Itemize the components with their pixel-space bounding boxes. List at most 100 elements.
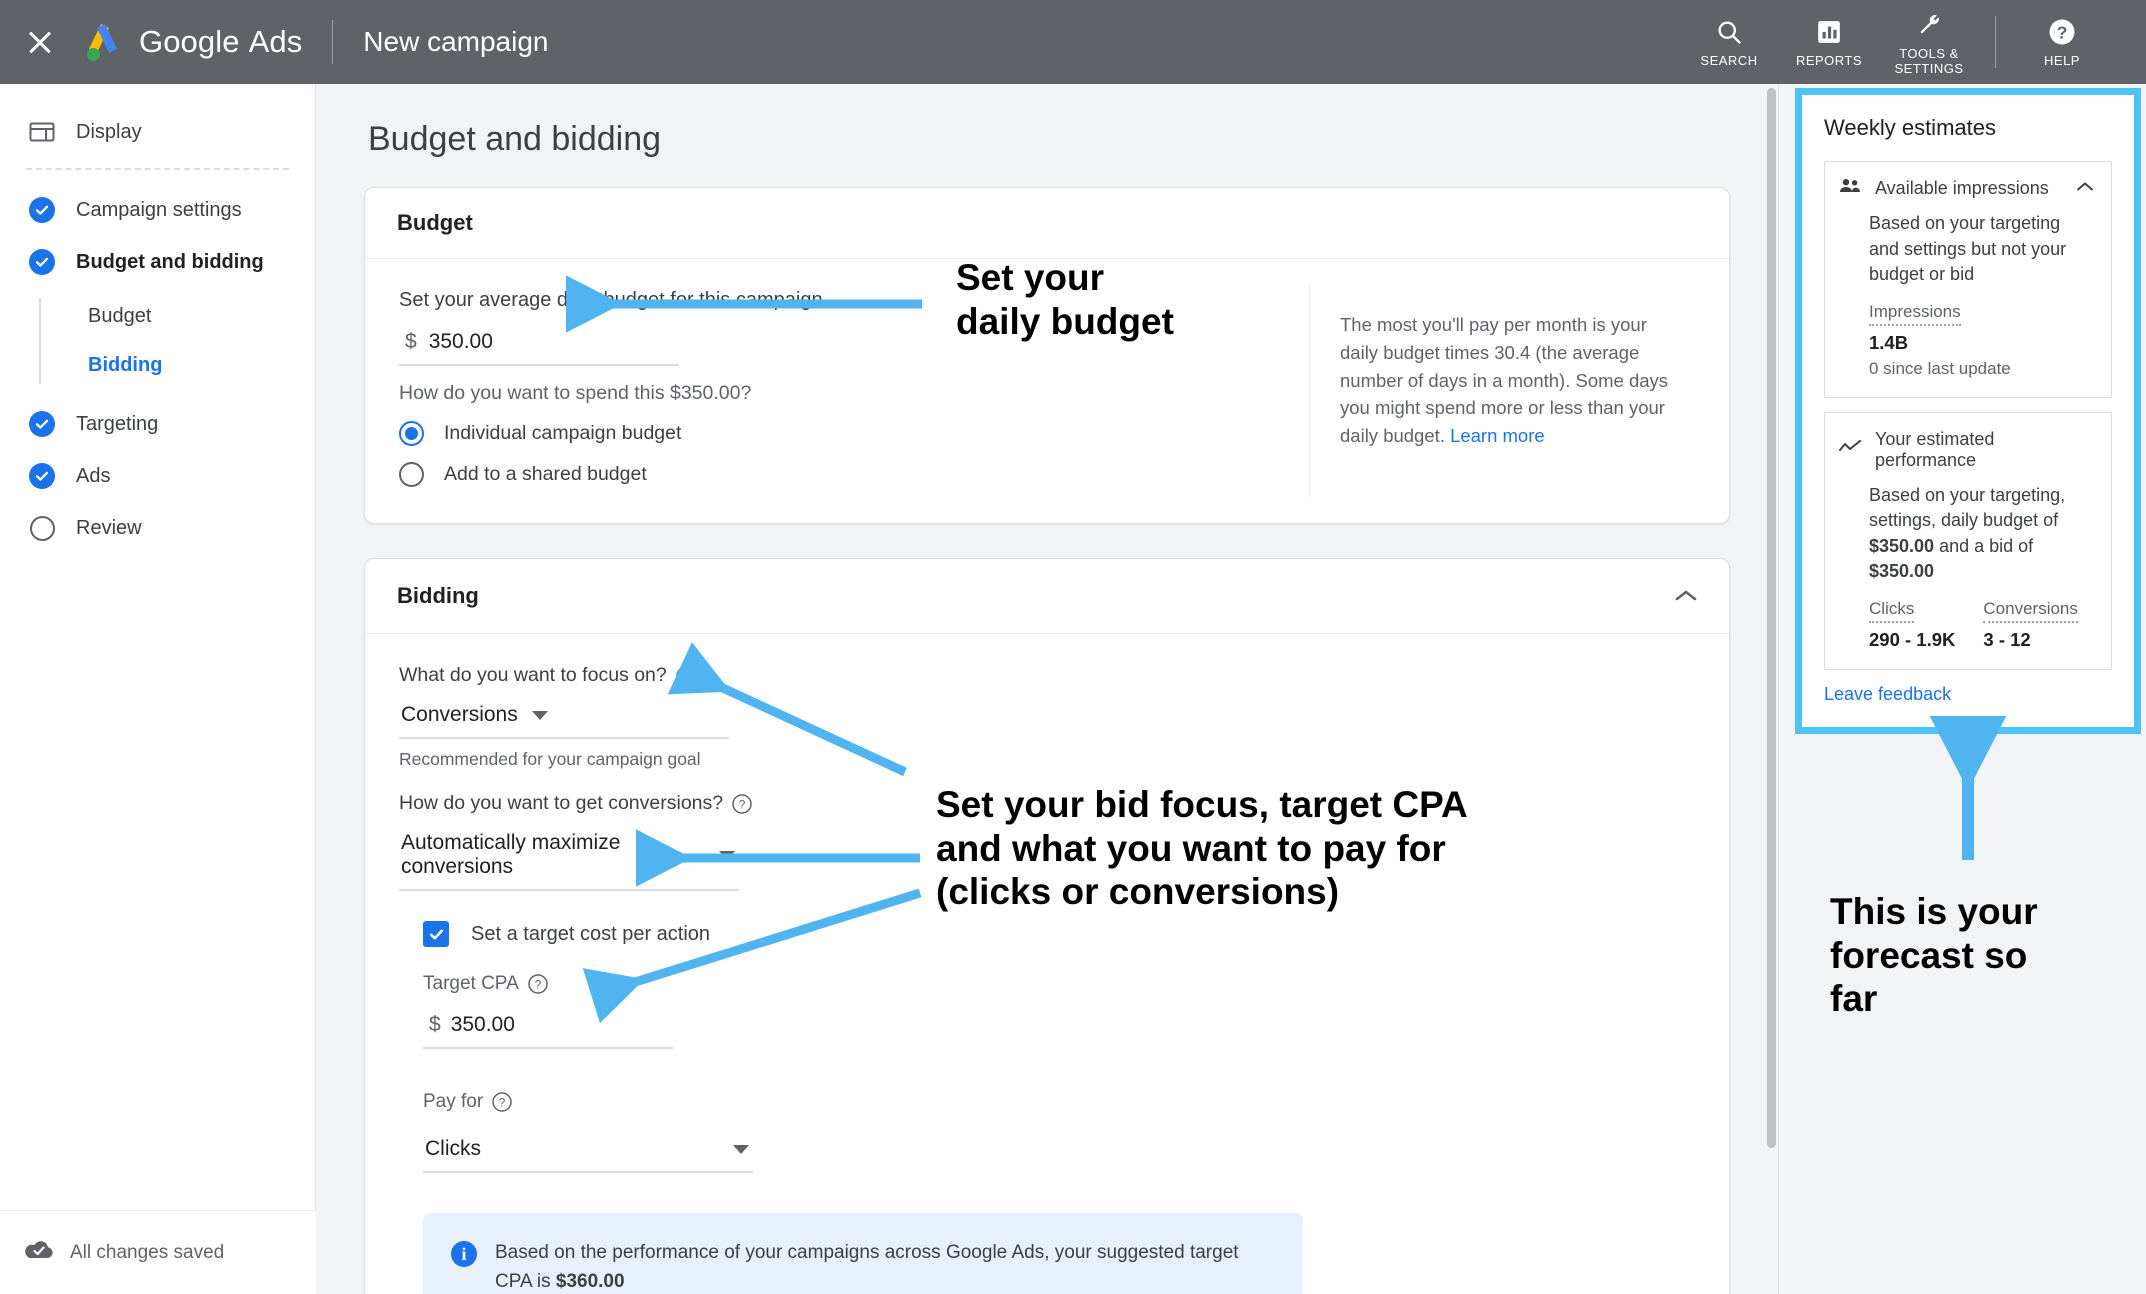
help-question-icon[interactable]: ?: [731, 793, 753, 815]
available-impressions-card: Available impressions Based on your targ…: [1824, 161, 2112, 398]
focus-hint: Recommended for your campaign goal: [399, 749, 701, 769]
help-label: HELP: [2044, 53, 2080, 69]
main-scrollbar-thumb[interactable]: [1767, 88, 1776, 1148]
metric-clicks: Clicks 290 - 1.9K: [1869, 599, 1955, 651]
available-impressions-header[interactable]: Available impressions: [1839, 178, 2095, 199]
save-status-label: All changes saved: [70, 1241, 225, 1263]
pay-for-block: Pay for ? Clicks: [423, 1091, 1695, 1173]
tools-and-settings-button[interactable]: TOOLS & SETTINGS: [1879, 8, 1979, 77]
radio-individual-campaign-budget-label: Individual campaign budget: [444, 422, 682, 444]
pay-for-label-row: Pay for ?: [423, 1091, 1695, 1113]
brand-google: Google: [139, 24, 240, 59]
help-question-icon[interactable]: ?: [527, 973, 549, 995]
get-conversions-select-value: Automatically maximize conversions: [401, 831, 621, 878]
topbar-divider-2: [1995, 16, 1996, 68]
estimated-performance-card: Your estimated performance Based on your…: [1824, 411, 2112, 670]
bidding-card-body: What do you want to focus on? ? Conversi…: [365, 634, 1729, 1294]
main-scrollbar[interactable]: [1764, 84, 1778, 1294]
daily-budget-input[interactable]: $ 350.00: [399, 326, 679, 366]
chevron-up-icon[interactable]: [1671, 581, 1701, 611]
chevron-down-icon: [531, 710, 548, 720]
radio-icon-unselected: [399, 462, 424, 487]
suggested-cpa-amount: $360.00: [555, 1270, 625, 1292]
pay-for-label: Pay for: [423, 1091, 484, 1112]
sidebar-item-targeting-label: Targeting: [76, 412, 159, 435]
target-cpa-value: 350.00: [450, 1013, 515, 1036]
sidebar-item-budget-and-bidding[interactable]: Budget and bidding: [0, 236, 315, 288]
svg-text:?: ?: [499, 1096, 506, 1110]
help-question-icon[interactable]: ?: [675, 665, 697, 687]
metric-conversions-value: 3 - 12: [1983, 628, 2031, 650]
metric-clicks-name[interactable]: Clicks: [1869, 599, 1915, 623]
target-cpa-checkbox[interactable]: Set a target cost per action: [423, 921, 1695, 947]
metric-conversions-name[interactable]: Conversions: [1983, 599, 2078, 623]
tools-and-settings-label: TOOLS & SETTINGS: [1894, 45, 1964, 76]
focus-label-row: What do you want to focus on? ?: [399, 664, 1695, 687]
search-icon: [1715, 15, 1743, 49]
google-ads-new-campaign-screen: Google Ads New campaign SEARCH REPORTS T…: [0, 0, 2146, 1294]
chevron-up-icon[interactable]: [2075, 180, 2095, 198]
sidebar-item-targeting[interactable]: Targeting: [0, 398, 315, 450]
checkbox-checked-icon: [423, 921, 449, 947]
sidebar-subitem-budget[interactable]: Budget: [48, 292, 315, 341]
weekly-estimates-title: Weekly estimates: [1824, 115, 1996, 140]
pay-for-select-value: Clicks: [425, 1137, 481, 1160]
estimated-performance-header[interactable]: Your estimated performance: [1839, 429, 2095, 471]
sidebar-nav-list: Display Campaign settings Budget and bid: [0, 84, 315, 554]
estimated-performance-label: Your estimated performance: [1875, 428, 1995, 470]
radio-add-to-shared-budget-label: Add to a shared budget: [444, 463, 647, 485]
sidebar-item-campaign-settings[interactable]: Campaign settings: [0, 184, 315, 236]
reports-label: REPORTS: [1795, 53, 1863, 69]
radio-individual-campaign-budget[interactable]: Individual campaign budget: [399, 421, 1275, 446]
top-actions: SEARCH REPORTS TOOLS & SETTINGS ? HELP: [1679, 8, 2146, 77]
help-button[interactable]: ? HELP: [2012, 15, 2112, 69]
annotation-set-bid-focus: Set your bid focus, target CPA and what …: [936, 784, 1468, 913]
trending-line-icon: [1839, 440, 1861, 459]
brand-name: Google Ads: [139, 24, 302, 60]
annotation-set-daily-budget: Set your daily budget: [956, 257, 1174, 342]
reports-button[interactable]: REPORTS: [1779, 15, 1879, 69]
get-conversions-select[interactable]: Automatically maximize conversions: [399, 825, 739, 891]
sidebar-item-display[interactable]: Display: [0, 106, 315, 158]
target-cpa-label: Target CPA: [423, 973, 519, 994]
metric-impressions: Impressions 1.4B 0 since last update: [1869, 302, 2011, 379]
google-ads-logo-icon: [87, 24, 117, 61]
leave-feedback-link[interactable]: Leave feedback: [1824, 684, 2112, 705]
bidding-card-header: Bidding: [365, 559, 1729, 634]
empty-circle-icon: [28, 514, 56, 542]
available-impressions-label: Available impressions: [1875, 178, 2049, 198]
budget-card: Budget Set your average daily budget for…: [364, 187, 1730, 524]
focus-select[interactable]: Conversions: [399, 697, 729, 739]
focus-select-value: Conversions: [401, 703, 518, 726]
metric-clicks-value: 290 - 1.9K: [1869, 628, 1956, 650]
bidding-card-title: Bidding: [397, 583, 479, 608]
daily-budget-value: 350.00: [428, 330, 493, 353]
svg-text:?: ?: [534, 978, 541, 992]
sidebar-subitem-bidding[interactable]: Bidding: [48, 341, 315, 390]
radio-add-to-shared-budget[interactable]: Add to a shared budget: [399, 462, 1275, 487]
learn-more-link[interactable]: Learn more: [1450, 425, 1545, 446]
budget-help-panel: The most you'll pay per month is your da…: [1309, 285, 1729, 497]
target-cpa-input[interactable]: $ 350.00: [423, 1009, 673, 1049]
sidebar-item-ads[interactable]: Ads: [0, 450, 315, 502]
sidebar-item-ads-label: Ads: [76, 464, 111, 487]
pay-for-select[interactable]: Clicks: [423, 1131, 753, 1173]
spend-question-label: How do you want to spend this $350.00?: [399, 382, 752, 404]
metric-impressions-name[interactable]: Impressions: [1869, 302, 1961, 326]
sidebar-item-campaign-settings-label: Campaign settings: [76, 198, 242, 221]
close-icon[interactable]: [22, 24, 58, 60]
sidebar-item-review[interactable]: Review: [0, 502, 315, 554]
bidding-card: Bidding What do you want to focus on? ?: [364, 558, 1730, 1294]
help-question-icon[interactable]: ?: [491, 1091, 513, 1113]
weekly-estimates-box: Weekly estimates Available impressions B…: [1795, 88, 2141, 734]
available-impressions-metrics: Impressions 1.4B 0 since last update: [1869, 302, 2095, 379]
wrench-icon: [1915, 8, 1943, 42]
get-conversions-label: How do you want to get conversions?: [399, 792, 724, 814]
check-circle-icon: [28, 196, 56, 224]
metric-impressions-value: 1.4B: [1869, 331, 1909, 353]
sidebar-item-review-label: Review: [76, 516, 142, 539]
bar-chart-icon: [1816, 15, 1842, 49]
check-circle-icon: [28, 462, 56, 490]
search-button[interactable]: SEARCH: [1679, 15, 1779, 69]
brand-ads: Ads: [248, 24, 303, 59]
